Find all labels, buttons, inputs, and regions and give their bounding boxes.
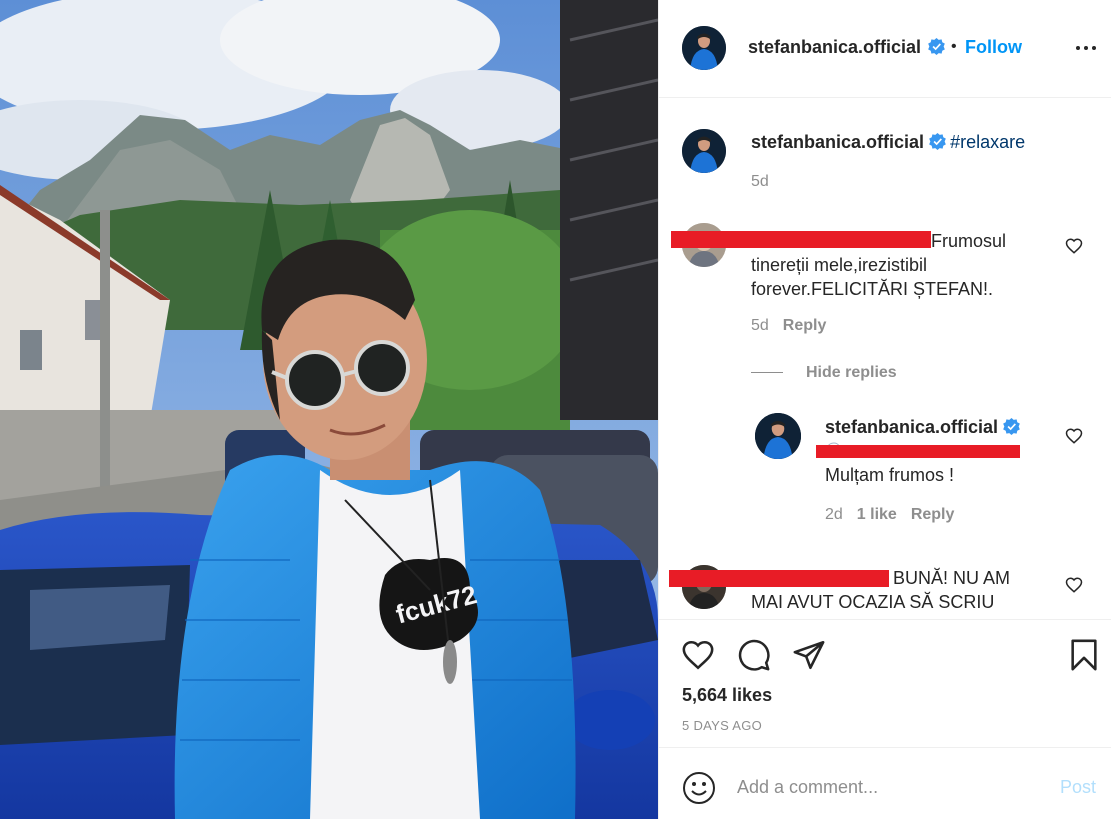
post-date: 5 DAYS AGO (682, 718, 763, 733)
reply-avatar[interactable] (755, 413, 801, 459)
reply-likes[interactable]: 1 like (857, 506, 897, 523)
add-comment-bar: Post (659, 747, 1111, 819)
comment-icon[interactable] (737, 638, 771, 672)
reply-time: 2d (825, 506, 843, 523)
reply-username[interactable]: stefanbanica.official (825, 417, 998, 437)
likes-count[interactable]: 5,664 likes (682, 685, 772, 706)
post-comment-button[interactable]: Post (1060, 777, 1096, 798)
redaction-bar (671, 231, 931, 248)
reply-author: stefanbanica.official (825, 417, 1020, 438)
bookmark-icon[interactable] (1067, 638, 1101, 672)
verified-badge-icon (924, 132, 946, 152)
share-icon[interactable] (792, 638, 826, 672)
reply-meta: 2d 1 like Reply (825, 506, 954, 524)
emoji-icon[interactable] (682, 771, 716, 805)
redaction-bar (669, 570, 889, 587)
redaction-bar (816, 445, 1020, 458)
hide-replies-button[interactable]: Hide replies (806, 364, 897, 382)
comment-text-lead: BUNĂ! NU AM (893, 568, 1011, 588)
reply-button[interactable]: Reply (783, 317, 827, 334)
comment-like-heart-icon[interactable] (1065, 237, 1083, 255)
comment-meta: 5d Reply (751, 317, 826, 335)
follow-button[interactable]: Follow (965, 37, 1022, 58)
reply-like-heart-icon[interactable] (1065, 427, 1083, 445)
verified-badge-icon (998, 418, 1020, 437)
hide-replies-divider (751, 372, 783, 373)
comment-text-lead: Frumosul (931, 231, 1007, 251)
caption: stefanbanica.official #relaxare (751, 132, 1025, 153)
more-options-icon[interactable] (1074, 36, 1098, 60)
action-bar: 5,664 likes 5 DAYS AGO (659, 619, 1111, 747)
post-side-panel: stefanbanica.official • Follow stefanban… (658, 0, 1111, 819)
photo-illustration: fcuk72 (0, 0, 658, 819)
heart-icon[interactable] (681, 638, 715, 672)
header-separator: • (951, 38, 957, 55)
author-avatar[interactable] (682, 26, 726, 70)
comment-input[interactable] (737, 770, 1037, 804)
comments-list[interactable]: stefanbanica.official #relaxare 5d Frumos… (659, 99, 1111, 619)
author-username[interactable]: stefanbanica.official (748, 37, 921, 58)
caption-hashtag[interactable]: #relaxare (950, 132, 1025, 152)
comment-like-heart-icon[interactable] (1065, 576, 1083, 594)
verified-badge-icon (923, 38, 945, 58)
comment-time: 5d (751, 317, 769, 334)
caption-avatar[interactable] (682, 129, 726, 173)
reply-button[interactable]: Reply (911, 506, 955, 523)
post-header: stefanbanica.official • Follow (659, 0, 1111, 98)
comment-text-body: MAI AVUT OCAZIA SĂ SCRIU (751, 592, 995, 612)
caption-time: 5d (751, 173, 769, 190)
post-photo[interactable]: fcuk72 (0, 0, 658, 819)
reply-text: Mulțam frumos ! (825, 465, 955, 485)
caption-username[interactable]: stefanbanica.official (751, 132, 924, 152)
comment-text-body: tinereții mele,irezistibil forever.FELIC… (751, 255, 994, 299)
